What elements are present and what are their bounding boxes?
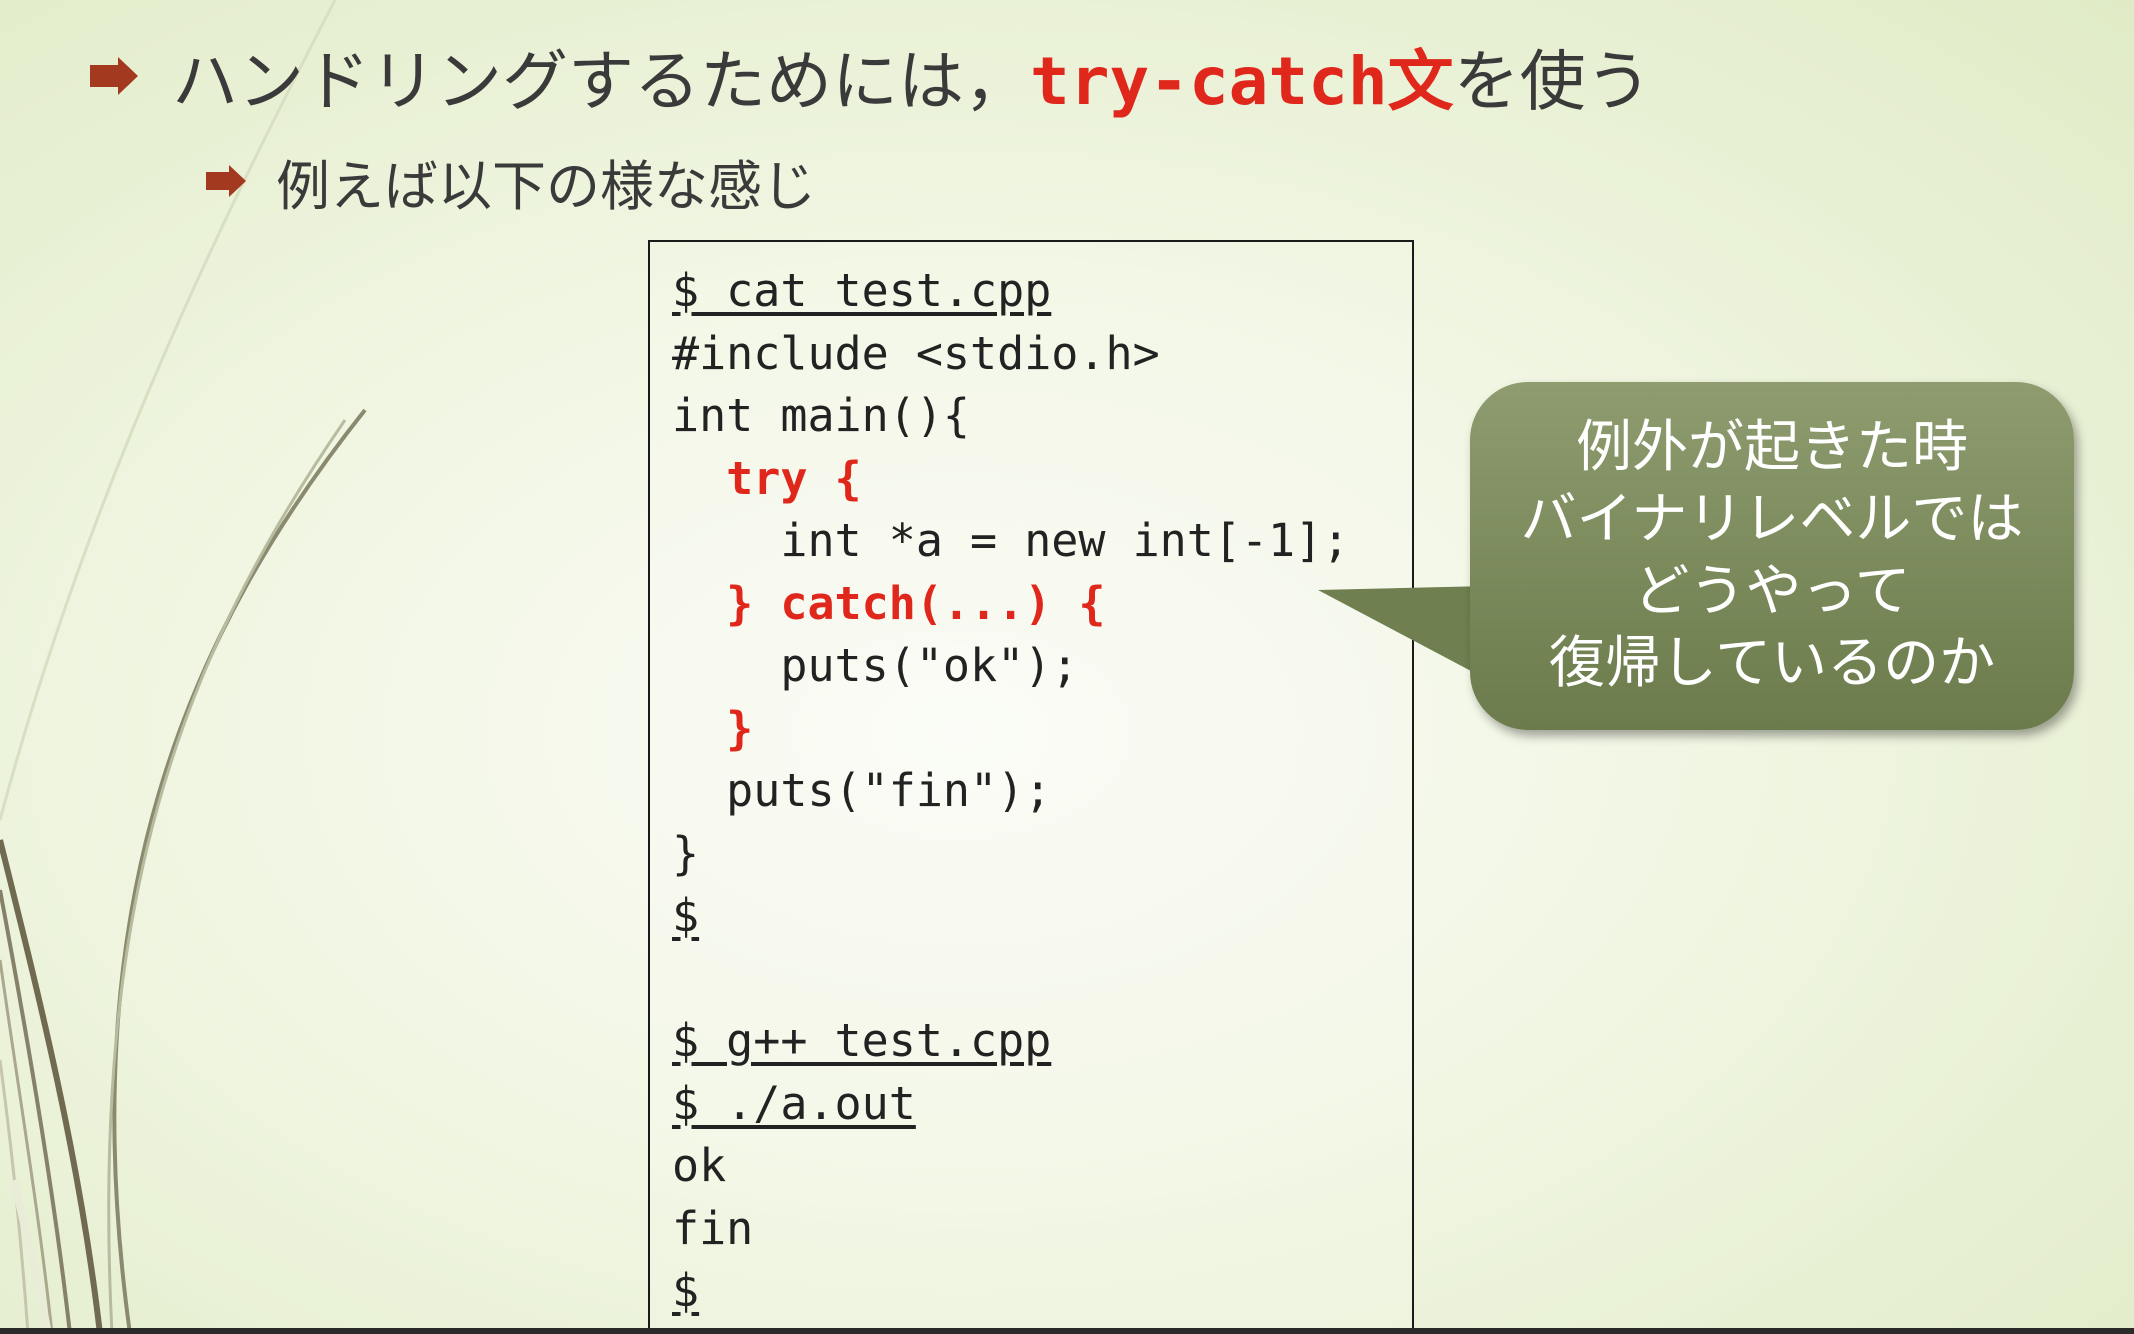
bullet-level1: ハンドリングするためには，try-catch文を使う <box>90 36 1652 120</box>
code-line: } <box>672 701 754 755</box>
bullet1-prefix: ハンドリングするためには， <box>172 43 1030 120</box>
bullet1-highlight-text: 文 <box>1387 43 1454 120</box>
code-line: $ <box>672 889 700 942</box>
code-line: } <box>672 826 700 880</box>
callout: 例外が起きた時 バイナリレベルでは どうやって 復帰しているのか <box>1318 380 2078 740</box>
callout-bubble: 例外が起きた時 バイナリレベルでは どうやって 復帰しているのか <box>1470 382 2074 730</box>
code-line: $ ./a.out <box>672 1076 916 1130</box>
arrow-right-icon <box>90 57 138 95</box>
arrow-right-icon <box>206 165 246 197</box>
bullet1-highlight-code: try-catch <box>1030 43 1388 120</box>
bullet1-suffix: を使う <box>1453 43 1652 120</box>
code-line: puts("fin"); <box>672 764 1052 817</box>
code-line: try { <box>672 451 862 505</box>
callout-line: バイナリレベルでは <box>1520 487 2024 552</box>
bullet2-text: 例えば以下の様な感じ <box>276 154 816 218</box>
callout-line: 復帰しているのか <box>1548 631 1996 696</box>
bullet1-text: ハンドリングするためには，try-catch文を使う <box>172 28 1652 124</box>
code-line: fin <box>672 1201 754 1255</box>
code-line: puts("ok"); <box>672 639 1079 692</box>
code-line: } catch(...) { <box>672 576 1106 630</box>
code-line: int *a = new int[-1]; <box>672 514 1350 567</box>
code-block: $ cat test.cpp #include <stdio.h> int ma… <box>648 240 1414 1334</box>
code-line: $ cat test.cpp <box>672 264 1052 317</box>
bottom-border <box>0 1328 2134 1334</box>
code-line: int main(){ <box>672 389 971 442</box>
bullet-level2: 例えば以下の様な感じ <box>206 144 816 218</box>
callout-line: どうやって <box>1633 559 1911 624</box>
code-line: $ <box>672 1264 700 1317</box>
code-line: ok <box>672 1139 727 1192</box>
code-line: #include <stdio.h> <box>672 326 1160 380</box>
code-line: $ g++ test.cpp <box>672 1014 1052 1067</box>
callout-line: 例外が起きた時 <box>1576 415 1968 480</box>
